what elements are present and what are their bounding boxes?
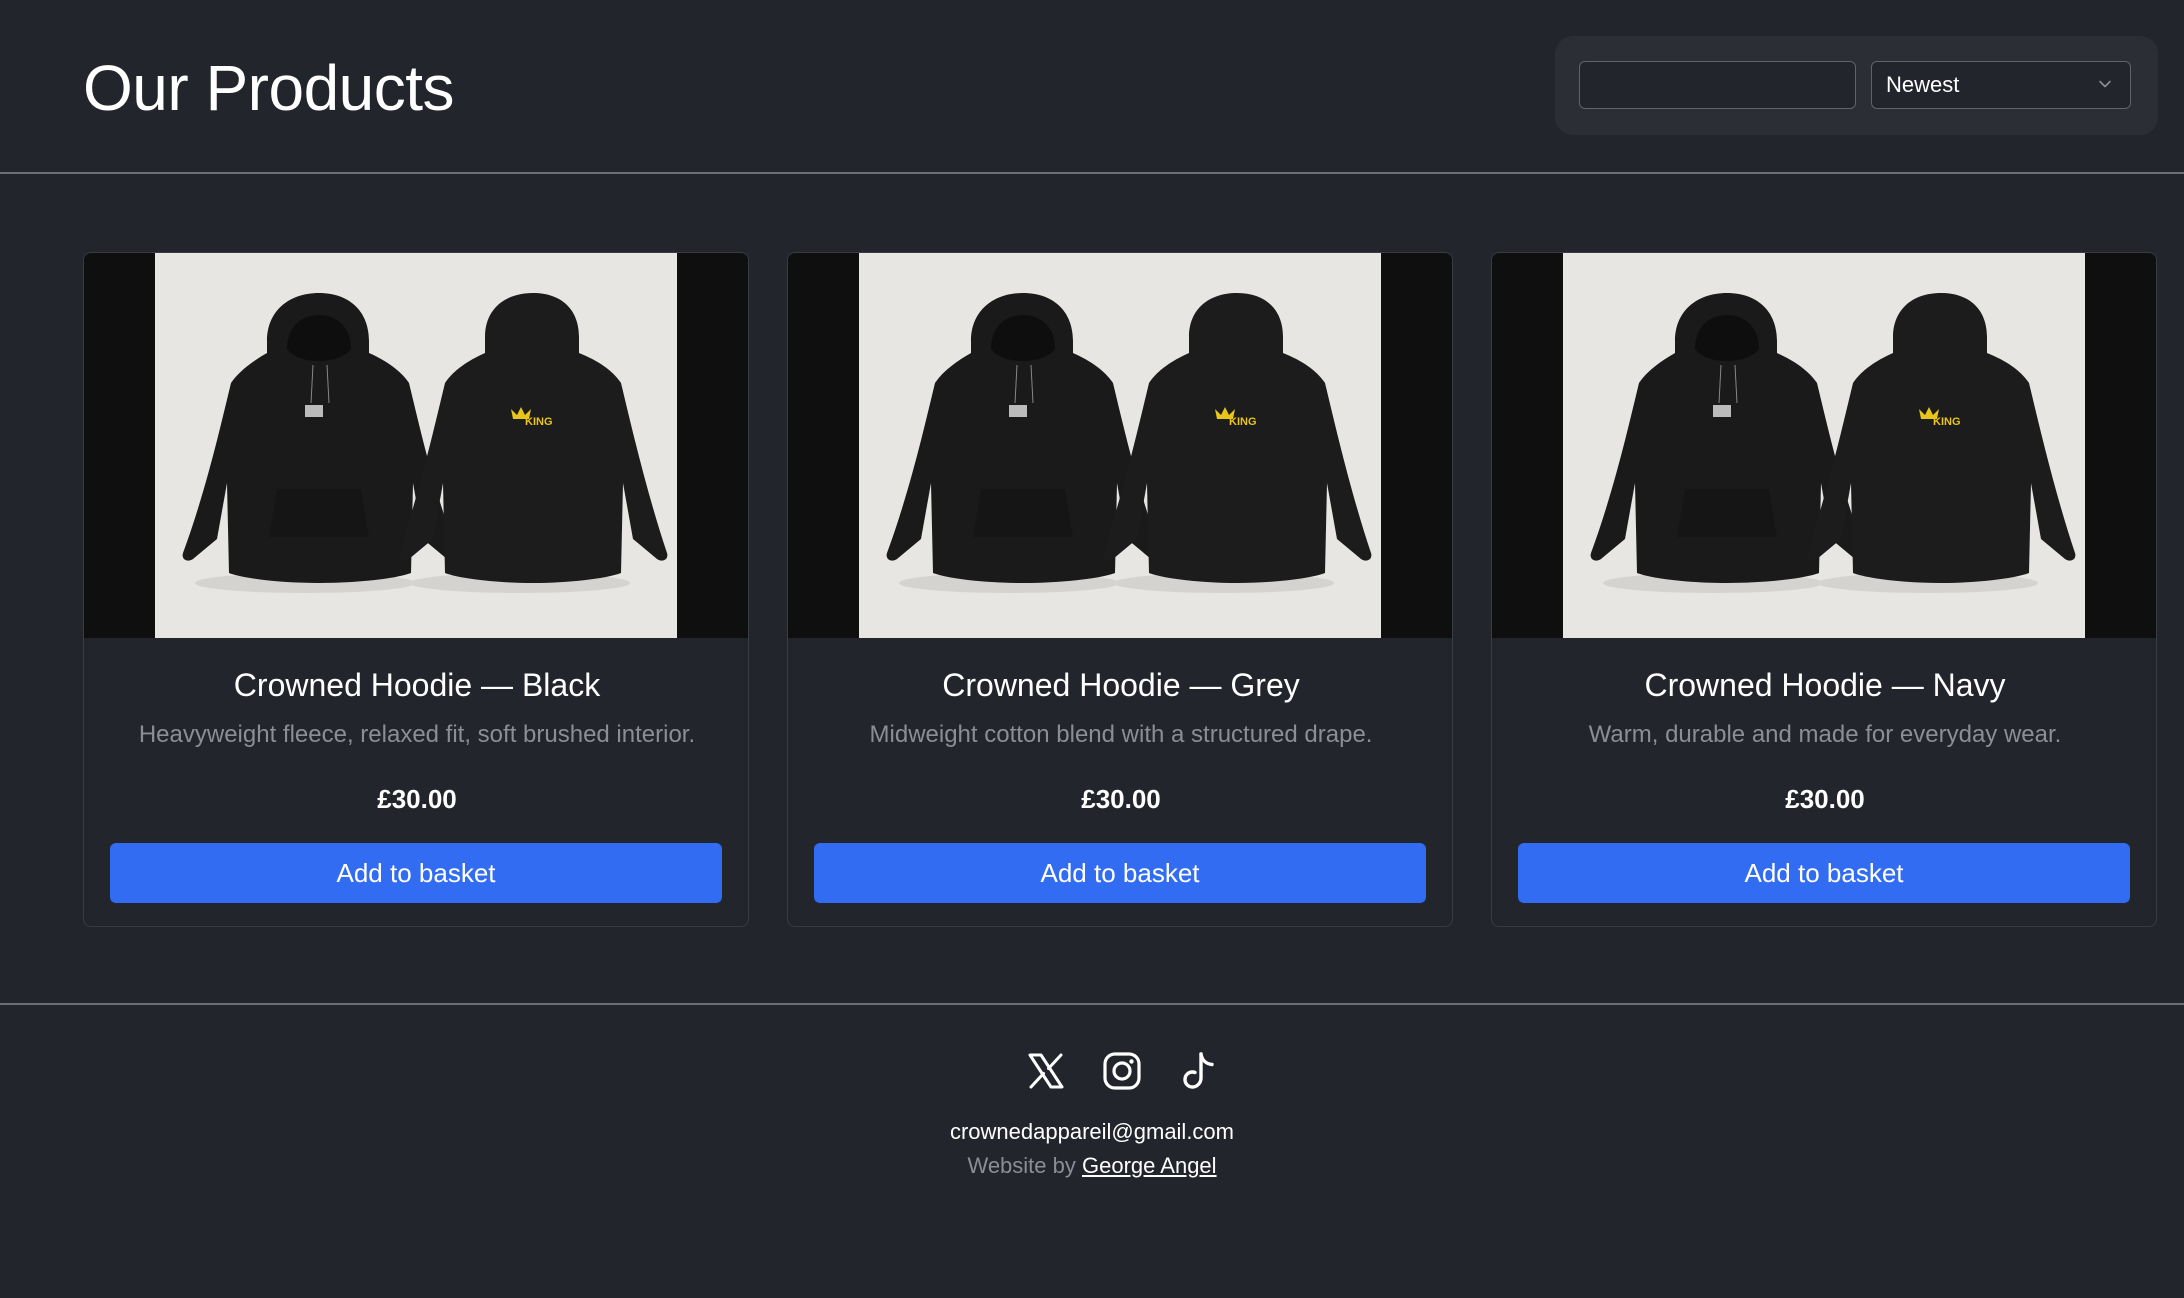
product-card: Crowned Hoodie — Black Heavyweight fleec…: [83, 252, 749, 927]
product-image-frame: [84, 253, 748, 638]
add-to-basket-button[interactable]: Add to basket: [1518, 843, 2130, 903]
hoodie-pair-image[interactable]: [859, 253, 1381, 638]
credit-prefix: Website by: [967, 1153, 1082, 1178]
sort-select[interactable]: Newest: [1871, 61, 2131, 109]
contact-email[interactable]: crownedappareil@gmail.com: [0, 1117, 2184, 1147]
product-description: Warm, durable and made for everyday wear…: [1588, 721, 2062, 748]
add-to-basket-button[interactable]: Add to basket: [110, 843, 722, 903]
page-header: Our Products Newest: [0, 0, 2184, 174]
product-name: Crowned Hoodie — Navy: [1644, 667, 2006, 703]
product-image-frame: [788, 253, 1452, 638]
tiktok-icon[interactable]: [1177, 1049, 1221, 1093]
product-price: £30.00: [1785, 784, 1865, 814]
product-card: Crowned Hoodie — Navy Warm, durable and …: [1491, 252, 2157, 927]
product-price: £30.00: [377, 784, 457, 814]
product-description: Midweight cotton blend with a structured…: [869, 721, 1373, 748]
product-description: Heavyweight fleece, relaxed fit, soft br…: [138, 721, 696, 748]
product-name: Crowned Hoodie — Black: [233, 667, 601, 703]
credit-author-link[interactable]: George Angel: [1082, 1153, 1217, 1178]
product-price: £30.00: [1081, 784, 1161, 814]
sort-selected-value: Newest: [1886, 72, 1960, 97]
social-links: [1016, 1049, 1214, 1093]
chevron-down-icon: [2099, 80, 2111, 88]
product-image-frame: [1492, 253, 2156, 638]
product-name: Crowned Hoodie — Grey: [942, 667, 1300, 703]
search-input[interactable]: [1579, 61, 1856, 109]
instagram-icon[interactable]: [1100, 1049, 1144, 1093]
site-credit: Website by George Angel: [0, 1151, 2184, 1181]
filter-controls: Newest: [1555, 36, 2158, 135]
hoodie-pair-image[interactable]: [1563, 253, 2085, 638]
page-title: Our Products: [83, 52, 455, 124]
product-card: Crowned Hoodie — Grey Midweight cotton b…: [787, 252, 1453, 927]
hoodie-pair-image[interactable]: [155, 253, 677, 638]
add-to-basket-button[interactable]: Add to basket: [814, 843, 1426, 903]
x-icon[interactable]: [1024, 1049, 1068, 1093]
page-footer: crownedappareil@gmail.com Website by Geo…: [0, 1003, 2184, 1298]
